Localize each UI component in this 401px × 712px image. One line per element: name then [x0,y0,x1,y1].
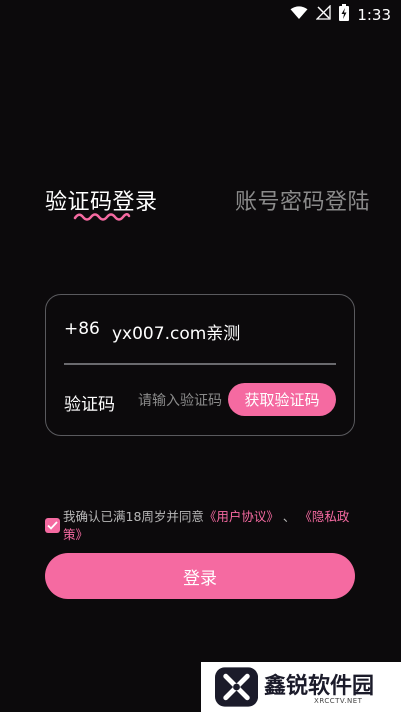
watermark-subtitle: XRCCTV.NET [314,697,363,705]
status-time: 1:33 [357,5,391,24]
login-button[interactable]: 登录 [45,553,355,599]
battery-charging-icon [339,4,350,25]
signal-off-icon [315,4,331,24]
status-bar: 1:33 [0,0,401,28]
agreement-prefix: 我确认已满18周岁并同意 [63,509,204,524]
get-code-button[interactable]: 获取验证码 [228,383,336,416]
status-icons: 1:33 [290,4,391,25]
tab-active-indicator [73,213,131,221]
user-agreement-link[interactable]: 《用户协议》 [204,509,279,524]
phone-input[interactable]: yx007.com亲测 [112,319,240,344]
login-form-card: +86 yx007.com亲测 验证码 获取验证码 [45,294,355,436]
watermark-logo [215,667,259,707]
wifi-icon [290,5,308,24]
divider [64,363,336,365]
watermark-title: 鑫锐软件园 [264,674,375,699]
code-input[interactable] [136,387,235,415]
watermark-text: 鑫锐软件园 XRCCTV.NET [264,662,401,712]
watermark: 鑫锐软件园 XRCCTV.NET [201,662,401,712]
country-code-selector[interactable]: +86 [64,319,100,339]
login-tabs: 验证码登录 账号密码登陆 [45,184,381,224]
agreement: 我确认已满18周岁并同意《用户协议》 、 《隐私政策》 [45,508,365,544]
agreement-text: 我确认已满18周岁并同意《用户协议》 、 《隐私政策》 [63,508,365,544]
code-label: 验证码 [64,395,115,415]
check-icon [47,521,58,530]
tab-password-login[interactable]: 账号密码登陆 [235,184,370,216]
agreement-separator: 、 [282,509,296,524]
agreement-checkbox[interactable] [45,518,60,533]
